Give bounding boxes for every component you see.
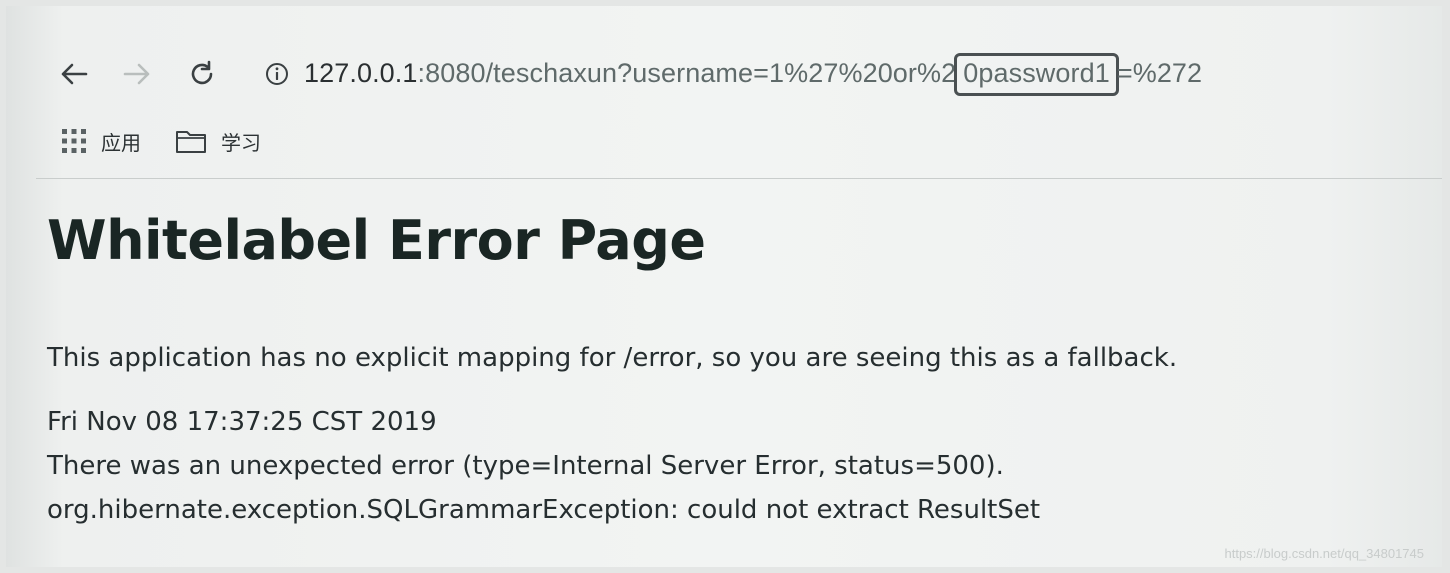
bookmarks-bar: 应用 学习 [61,124,295,158]
watermark-text: https://blog.csdn.net/qq_34801745 [1224,546,1425,561]
browser-toolbar: 127.0.0.1:8080/teschaxun?username=1%27%2… [6,6,1442,176]
folder-icon [176,131,206,153]
error-message: This application has no explicit mapping… [47,343,1178,373]
url-host: 127.0.0.1 [304,57,418,88]
bookmark-study-label: 学习 [221,130,261,155]
forward-button[interactable] [119,56,155,92]
url-highlight-box: 0password1 [954,52,1119,96]
url-path: :8080/teschaxun?username=1%27%20or%2 [417,57,957,88]
url-tail: =%272 [1116,57,1203,88]
exception-line: org.hibernate.exception.SQLGrammarExcept… [47,495,1041,525]
error-status-line: There was an unexpected error (type=Inte… [47,451,1004,481]
reload-button[interactable] [184,56,220,92]
bookmark-apps[interactable]: 应用 [61,127,141,156]
bookmark-apps-label: 应用 [101,130,141,155]
arrow-left-icon [61,63,88,85]
error-details: Fri Nov 08 17:37:25 CST 2019 There was a… [47,400,1427,532]
page-content: Whitelabel Error Page This application h… [47,206,1427,532]
bookmark-study-folder[interactable]: 学习 [175,127,261,156]
info-icon[interactable] [264,61,290,87]
page-title: Whitelabel Error Page [47,209,706,272]
back-button[interactable] [56,56,92,92]
error-timestamp: Fri Nov 08 17:37:25 CST 2019 [47,407,437,437]
url-text[interactable]: 127.0.0.1:8080/teschaxun?username=1%27%2… [304,52,1203,96]
browser-window: 127.0.0.1:8080/teschaxun?username=1%27%2… [6,6,1442,567]
address-bar[interactable]: 127.0.0.1:8080/teschaxun?username=1%27%2… [264,50,1424,98]
toolbar-divider [36,178,1442,179]
arrow-right-icon [123,63,150,85]
reload-icon [191,60,213,85]
apps-grid-icon [62,129,86,153]
